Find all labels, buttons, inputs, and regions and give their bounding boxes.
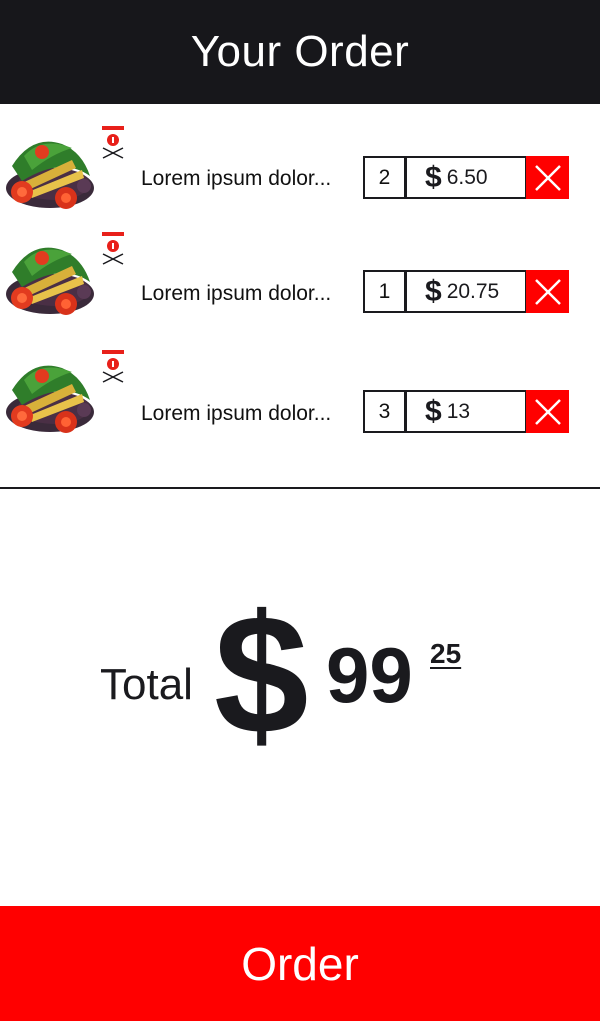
total-currency-symbol: $ <box>214 580 309 770</box>
quantity-field[interactable]: 3 <box>363 390 406 433</box>
price-field: $ 20.75 <box>405 270 527 313</box>
restaurant-logo <box>100 350 126 384</box>
food-image <box>2 350 98 440</box>
close-icon <box>534 278 561 305</box>
item-name: Lorem ipsum dolor... <box>141 167 332 190</box>
header: Your Order <box>0 0 600 104</box>
order-item: Lorem ipsum dolor... 2 $ 6.50 <box>0 126 600 226</box>
close-icon <box>534 398 561 425</box>
order-button[interactable]: Order <box>0 906 600 1021</box>
quantity-field[interactable]: 2 <box>363 156 406 199</box>
food-image <box>2 232 98 322</box>
currency-symbol: $ <box>425 160 442 194</box>
remove-item-button[interactable] <box>526 156 569 199</box>
item-name: Lorem ipsum dolor... <box>141 282 332 305</box>
restaurant-logo <box>100 232 126 266</box>
price-value: 13 <box>446 399 471 423</box>
quantity-field[interactable]: 1 <box>363 270 406 313</box>
total-label: Total <box>100 660 193 709</box>
food-image <box>2 126 98 216</box>
page-title: Your Order <box>190 27 410 76</box>
price-field: $ 13 <box>405 390 527 433</box>
price-value: 20.75 <box>446 279 500 303</box>
price-field: $ 6.50 <box>405 156 527 199</box>
divider <box>0 487 600 489</box>
order-item: Lorem ipsum dolor... 3 $ 13 <box>0 350 600 450</box>
total-cents: 25 <box>430 638 462 669</box>
currency-symbol: $ <box>425 394 442 428</box>
remove-item-button[interactable] <box>526 390 569 433</box>
price-value: 6.50 <box>446 165 488 189</box>
total-amount: 99 <box>326 631 413 719</box>
remove-item-button[interactable] <box>526 270 569 313</box>
restaurant-logo <box>100 126 126 160</box>
currency-symbol: $ <box>425 274 442 308</box>
item-name: Lorem ipsum dolor... <box>141 402 332 425</box>
close-icon <box>534 164 561 191</box>
order-item: Lorem ipsum dolor... 1 $ 20.75 <box>0 232 600 332</box>
